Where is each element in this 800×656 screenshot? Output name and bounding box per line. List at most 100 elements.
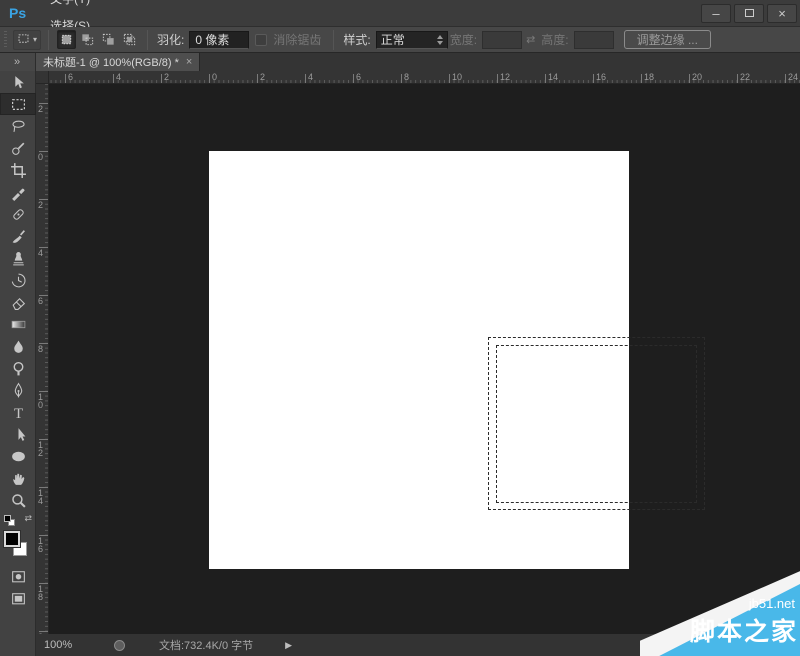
v-ruler-label: 1 4 [38,489,43,505]
width-label: 宽度: [450,31,477,48]
v-ruler-label: 4 [38,249,43,257]
tab-bar: » 未标题-1 @ 100%(RGB/8) * × [0,53,800,71]
watermark-site-name: 脚本之家 [690,612,798,648]
document-size-info[interactable]: 文档:732.4K/0 字节 [159,637,253,653]
watermark: jb51.net 脚本之家 [640,566,800,656]
canvas-pasteboard [49,84,800,634]
eraser-tool[interactable] [0,291,36,313]
foreground-swatch[interactable] [4,531,20,547]
document-tab-title: 未标题-1 @ 100%(RGB/8) * [43,54,179,70]
menu-item-4[interactable]: 文字(Y) [40,0,103,13]
v-ruler-label: 1 6 [38,537,43,553]
style-select[interactable]: 正常 [376,31,448,49]
v-ruler-label: 2 [38,105,43,113]
photoshop-window: Ps 文件(F)编辑(E)图像(I)图层(L)文字(Y)选择(S)滤镜(T)视图… [0,0,800,656]
document-canvas[interactable] [209,151,629,569]
lasso-tool[interactable] [0,115,36,137]
separator [333,30,334,50]
v-ruler-label: 2 [38,201,43,209]
clone-stamp-tool[interactable] [0,247,36,269]
default-foreground-chip [4,515,11,522]
ps-logo: Ps [9,5,26,21]
tools-panel: T ⇄ [0,71,36,656]
refine-edge-button[interactable]: 调整边缘 ... [624,30,711,49]
selection-mode-group [56,30,140,49]
tool-preset-dropdown[interactable]: ▾ [13,30,41,50]
style-select-value: 正常 [381,31,405,48]
menu-bar: Ps 文件(F)编辑(E)图像(I)图层(L)文字(Y)选择(S)滤镜(T)视图… [0,0,800,27]
eyedropper-tool[interactable] [0,181,36,203]
h-ruler-label: 6 [356,72,361,82]
intersect-selection-mode-button[interactable] [120,30,139,49]
dodge-tool[interactable] [0,357,36,379]
h-ruler-label: 24 [788,72,798,82]
healing-brush-tool[interactable] [0,203,36,225]
quick-selection-tool[interactable] [0,137,36,159]
antialias-label: 消除锯齿 [273,31,321,48]
h-ruler-label: 22 [740,72,750,82]
marquee-preset-icon [17,32,30,48]
status-flyout-arrow-icon[interactable]: ▶ [285,640,292,651]
document-tab[interactable]: 未标题-1 @ 100%(RGB/8) * × [36,53,200,71]
new-selection-mode-button[interactable] [57,30,76,49]
quick-mask-button[interactable] [0,565,36,587]
window-controls: – × [701,0,800,27]
h-ruler-label: 2 [260,72,265,82]
height-input[interactable] [574,31,614,49]
screen-mode-button[interactable] [0,587,36,609]
h-ruler-label: 8 [404,72,409,82]
status-zoom-field[interactable]: 100% [44,639,88,651]
hand-tool[interactable] [0,467,36,489]
h-ruler-label: 0 [212,72,217,82]
history-brush-tool[interactable] [0,269,36,291]
ellipse-tool[interactable] [0,445,36,467]
add-selection-mode-button[interactable] [78,30,97,49]
v-ruler-label: 6 [38,297,43,305]
subtract-selection-mode-button[interactable] [99,30,118,49]
tab-close-icon[interactable]: × [186,56,192,68]
h-ruler-label: 4 [308,72,313,82]
feather-label: 羽化: [157,31,184,48]
h-ruler-label: 18 [644,72,654,82]
pen-tool[interactable] [0,379,36,401]
chevron-down-icon: ▾ [33,35,37,44]
vertical-ruler: 2024681 01 21 41 61 82 0 [36,84,49,634]
v-ruler-label: 1 2 [38,441,43,457]
type-tool[interactable]: T [0,401,36,423]
maximize-button[interactable] [734,4,764,23]
screen-mode-icon [10,590,27,607]
h-ruler-label: 12 [500,72,510,82]
separator [147,30,148,50]
v-ruler-label: 8 [38,345,43,353]
swap-dimensions-icon[interactable]: ⇄ [526,33,535,46]
horizontal-ruler: 642024681012141618202224 [49,71,800,84]
antialias-checkbox[interactable] [255,34,267,46]
v-ruler-label: 0 [38,153,43,161]
minimize-button[interactable]: – [701,4,731,23]
zoom-tool[interactable] [0,489,36,511]
width-input[interactable] [482,31,522,49]
rectangular-marquee-tool[interactable] [0,93,36,115]
tools-list: T [0,71,35,511]
stepper-arrows-icon [437,35,443,45]
brush-tool[interactable] [0,225,36,247]
work-area: 642024681012141618202224 2024681 01 21 4… [36,71,800,634]
maximize-icon [745,9,754,17]
status-menu-icon[interactable] [114,640,125,651]
gradient-tool[interactable] [0,313,36,335]
feather-input[interactable] [189,31,249,49]
h-ruler-label: 16 [596,72,606,82]
swap-colors-icon[interactable]: ⇄ [24,513,32,524]
default-colors-icon[interactable] [4,515,16,527]
move-tool[interactable] [0,71,36,93]
toolbar-collapse-button[interactable]: » [0,53,36,71]
v-ruler-label: 1 0 [38,393,43,409]
options-bar-grip[interactable] [4,31,7,49]
h-ruler-label: 4 [116,72,121,82]
crop-tool[interactable] [0,159,36,181]
close-button[interactable]: × [767,4,797,23]
h-ruler-label: 2 [164,72,169,82]
path-selection-tool[interactable] [0,423,36,445]
blur-tool[interactable] [0,335,36,357]
svg-text:T: T [13,405,22,420]
